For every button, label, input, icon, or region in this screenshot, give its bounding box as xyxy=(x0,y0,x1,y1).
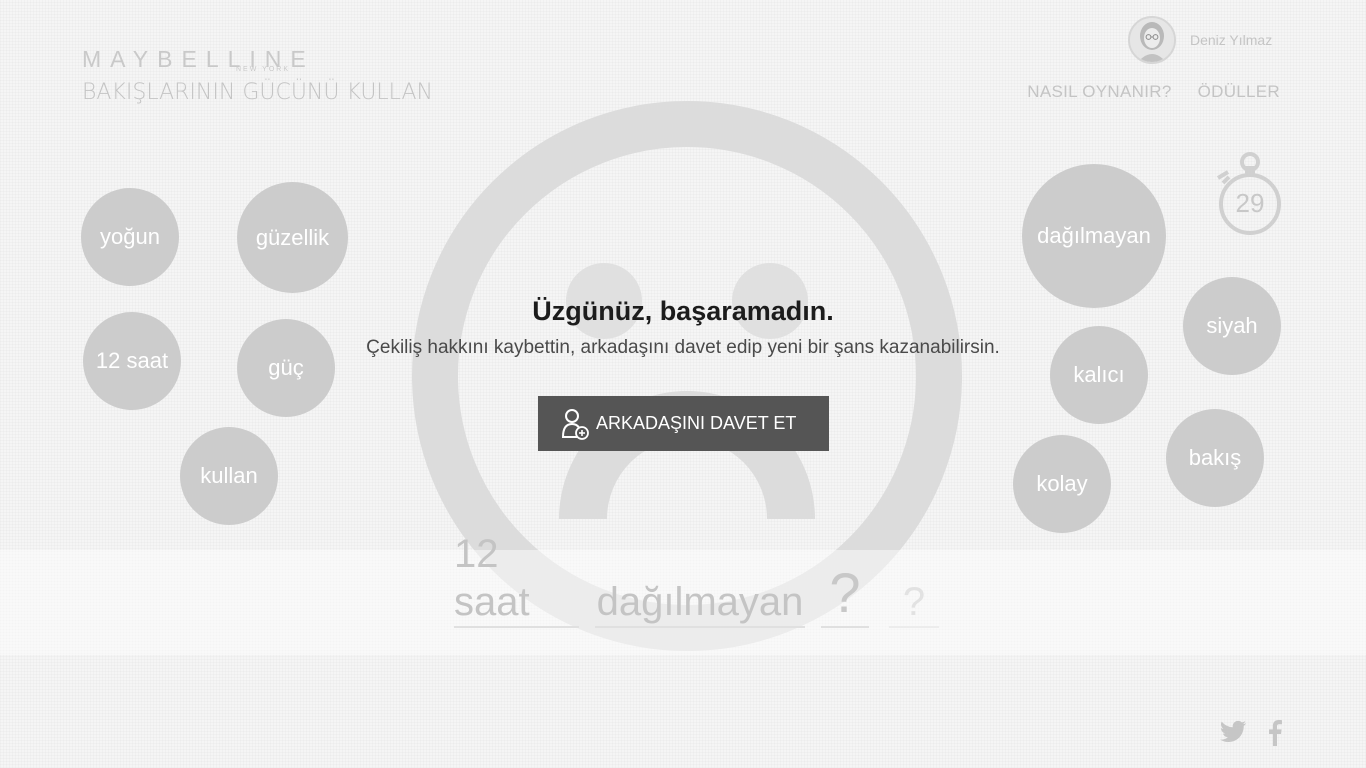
top-nav: NASIL OYNANIR? ÖDÜLLER xyxy=(1027,82,1280,102)
word-bubble[interactable]: yoğun xyxy=(81,188,179,286)
facebook-link[interactable] xyxy=(1268,720,1282,746)
timer-seconds: 29 xyxy=(1235,188,1265,218)
word-bubble[interactable]: kullan xyxy=(180,427,278,525)
word-bubble[interactable]: güzellik xyxy=(237,182,348,293)
word-bubble[interactable]: bakış xyxy=(1166,409,1264,507)
brand-tagline: BAKIŞLARININ GÜCÜNÜ KULLAN xyxy=(82,80,433,105)
nav-how-to-play[interactable]: NASIL OYNANIR? xyxy=(1027,82,1171,102)
answer-slot[interactable]: 12 saat xyxy=(454,532,579,628)
word-bubble[interactable]: siyah xyxy=(1183,277,1281,375)
word-bubble[interactable]: dağılmayan xyxy=(1022,164,1166,308)
avatar-image xyxy=(1130,18,1174,62)
username[interactable]: Deniz Yılmaz xyxy=(1190,32,1272,48)
brand-logo: MAYBELLINE NEW YORK xyxy=(82,46,315,73)
answer-slot-empty[interactable]: ? xyxy=(821,561,869,628)
twitter-icon xyxy=(1220,720,1247,742)
countdown-timer: 29 xyxy=(1214,150,1286,240)
result-title: Üzgünüz, başaramadın. xyxy=(532,296,834,326)
facebook-icon xyxy=(1269,720,1282,746)
invite-friend-label: ARKADAŞINI DAVET ET xyxy=(596,413,797,433)
word-bubble[interactable]: kolay xyxy=(1013,435,1111,533)
answer-slot-empty[interactable]: ? xyxy=(889,562,939,628)
answer-slot[interactable]: dağılmayan xyxy=(595,562,805,628)
brand-sub: NEW YORK xyxy=(236,66,290,73)
result-message: Üzgünüz, başaramadın. Çekiliş hakkını ka… xyxy=(340,296,1026,359)
avatar[interactable] xyxy=(1128,16,1176,64)
invite-friend-button[interactable]: ARKADAŞINI DAVET ET xyxy=(538,396,829,451)
nav-rewards[interactable]: ÖDÜLLER xyxy=(1198,82,1280,102)
word-bubble[interactable]: kalıcı xyxy=(1050,326,1148,424)
word-bubble[interactable]: 12 saat xyxy=(83,312,181,410)
user-profile[interactable]: Deniz Yılmaz xyxy=(1128,16,1272,64)
word-bubble[interactable]: güç xyxy=(237,319,335,417)
twitter-link[interactable] xyxy=(1219,720,1247,744)
result-text: Çekiliş hakkını kaybettin, arkadaşını da… xyxy=(366,337,1000,358)
add-user-icon xyxy=(561,408,589,440)
